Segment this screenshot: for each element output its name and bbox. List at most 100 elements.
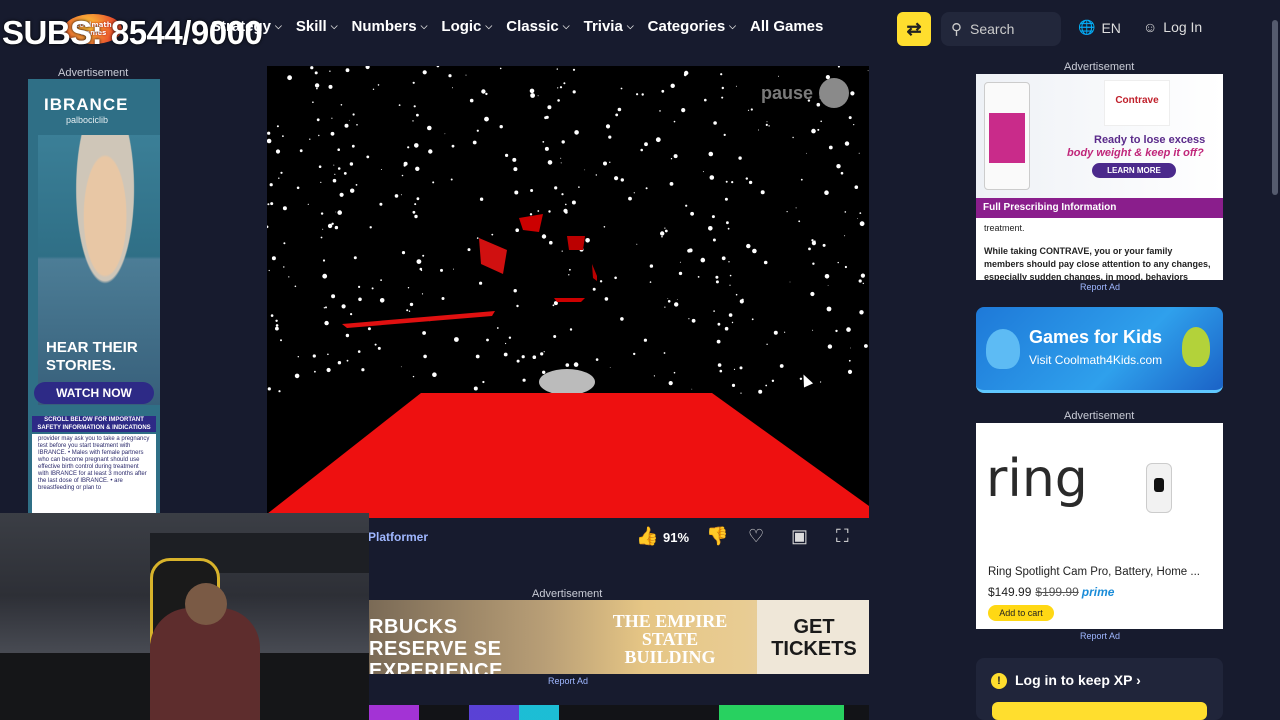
nav-categories[interactable]: Categories ⌵ [648, 18, 736, 35]
game-canvas[interactable]: pause [267, 66, 869, 518]
nav-logic[interactable]: Logic ⌵ [441, 18, 492, 35]
nav-skill[interactable]: Skill ⌵ [296, 18, 338, 35]
kids-title: Games for Kids [1029, 327, 1163, 347]
report-ad-link[interactable]: Report Ad [1080, 631, 1120, 641]
nav-all-games[interactable]: All Games [750, 18, 823, 35]
bottle-label [989, 113, 1025, 163]
star [282, 206, 287, 211]
language-selector[interactable]: 🌐 EN [1078, 19, 1121, 36]
heart-icon[interactable]: ♡ [748, 526, 764, 547]
add-to-cart-button[interactable]: Add to cart [988, 605, 1054, 621]
search-box[interactable]: ⚲ Search [941, 12, 1061, 46]
ibrance-ad[interactable]: IBRANCE palbociclib HEAR THEIR STORIES. … [28, 79, 160, 513]
star [725, 180, 728, 183]
star [323, 307, 326, 309]
nav-classic[interactable]: Classic ⌵ [506, 18, 569, 35]
prescribing-info-link[interactable]: Full Prescribing Information [976, 198, 1223, 218]
page-scrollbar[interactable] [1272, 20, 1278, 195]
report-ad-link[interactable]: Report Ad [1080, 282, 1120, 292]
star [322, 273, 328, 279]
alert-icon: ! [991, 673, 1007, 689]
ad-fine-print: provider may ask you to take a pregnancy… [32, 434, 156, 513]
star [827, 285, 829, 286]
watch-now-button[interactable]: WATCH NOW [34, 382, 154, 404]
login-button[interactable]: ☺ Log In [1143, 19, 1202, 35]
star [366, 155, 370, 159]
star [726, 221, 729, 225]
star [812, 262, 815, 265]
thumbs-up-icon[interactable]: 👍 [636, 526, 658, 547]
star [312, 101, 314, 103]
star [334, 173, 336, 175]
star [337, 167, 341, 170]
star [615, 113, 619, 117]
login-xp-button[interactable] [992, 702, 1207, 720]
star [547, 160, 553, 165]
star [748, 180, 753, 185]
star [867, 70, 869, 72]
star [559, 86, 563, 89]
coolmath4kids-banner[interactable]: Games for Kids Visit Coolmath4Kids.com [976, 307, 1223, 393]
star [513, 167, 518, 172]
chevron-down-icon: ⌵ [330, 21, 338, 31]
star [641, 93, 644, 96]
star [512, 157, 517, 162]
star [697, 276, 700, 278]
star [268, 269, 270, 272]
login-xp-link[interactable]: Log in to keep XP › [1015, 672, 1141, 688]
star [516, 359, 520, 363]
star [307, 203, 309, 205]
star [444, 133, 446, 135]
fullscreen-icon[interactable]: ⛶ [836, 526, 849, 547]
contrave-ad[interactable]: Contrave Ready to lose excess body weigh… [976, 74, 1223, 280]
star [270, 314, 274, 317]
nav-trivia[interactable]: Trivia ⌵ [584, 18, 634, 35]
star [380, 279, 382, 281]
star [297, 356, 299, 358]
star [545, 115, 549, 119]
star [508, 336, 512, 339]
language-label: EN [1101, 19, 1121, 36]
star [768, 125, 770, 127]
star [440, 268, 443, 272]
get-tickets-button[interactable]: GET TICKETS [769, 616, 859, 660]
star [858, 152, 860, 154]
star [739, 366, 743, 370]
star [330, 131, 335, 136]
pause-button[interactable]: pause [761, 78, 850, 108]
star [561, 193, 564, 196]
star [792, 136, 794, 139]
star [585, 238, 590, 243]
star [678, 271, 683, 276]
star [453, 268, 454, 270]
report-ad-link[interactable]: Report Ad [548, 676, 588, 686]
star [592, 287, 596, 291]
star [848, 359, 851, 362]
star [377, 346, 381, 350]
thumbs-down-icon[interactable]: 👎 [706, 526, 728, 547]
star [283, 242, 286, 245]
star [294, 373, 300, 379]
empire-state-ad[interactable]: RBUCKS RESERVE SE EXPERIENCE THE EMPIRE … [369, 600, 869, 674]
star [278, 390, 281, 393]
star [683, 73, 687, 77]
star [679, 261, 681, 263]
screenshot-icon[interactable]: ▣ [791, 526, 808, 547]
nav-numbers[interactable]: Numbers ⌵ [352, 18, 428, 35]
nav-strategy[interactable]: Strategy ⌵ [211, 18, 282, 35]
star [529, 88, 535, 94]
webcam-person-head [185, 583, 227, 625]
game-category-link[interactable]: Platformer [368, 530, 428, 544]
star [655, 137, 661, 143]
star [282, 135, 284, 137]
star [407, 146, 410, 149]
random-game-button[interactable]: ⇄ [897, 12, 931, 46]
learn-more-button[interactable]: LEARN MORE [1092, 163, 1176, 178]
star [349, 162, 354, 166]
game-thumbnails-strip[interactable] [369, 705, 869, 720]
star [499, 125, 503, 129]
star [552, 304, 555, 307]
star [346, 359, 349, 362]
star [560, 157, 562, 159]
ring-ad[interactable]: ring Ring Spotlight Cam Pro, Battery, Ho… [976, 423, 1223, 629]
